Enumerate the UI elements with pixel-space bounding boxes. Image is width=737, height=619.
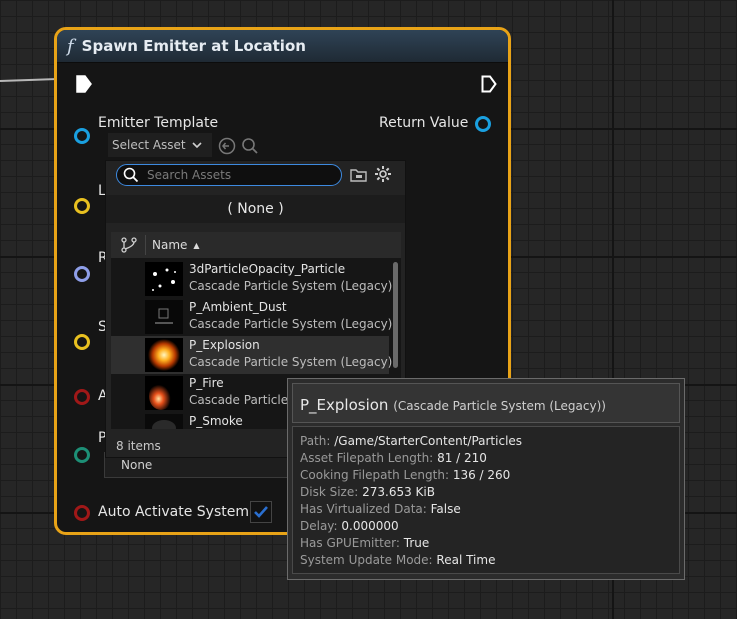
list-header: Name ▲ xyxy=(111,232,401,258)
tooltip-header: P_Explosion (Cascade Particle System (Le… xyxy=(292,383,680,423)
asset-name: P_Fire xyxy=(189,376,224,390)
tooltip-row: System Update Mode: Real Time xyxy=(300,553,495,567)
tooltip-row: Path: /Game/StarterContent/Particles xyxy=(300,434,522,448)
tooltip-body: Path: /Game/StarterContent/Particles Ass… xyxy=(292,426,680,574)
exec-wire[interactable] xyxy=(0,77,62,82)
location-pin[interactable] xyxy=(74,198,90,214)
select-asset-label: Select Asset xyxy=(112,138,186,152)
exec-input-pin[interactable] xyxy=(76,75,92,93)
tooltip-row: Asset Filepath Length: 81 / 210 xyxy=(300,451,487,465)
tooltip-value: 0.000000 xyxy=(341,519,399,533)
search-placeholder: Search Assets xyxy=(147,168,232,182)
use-selected-icon[interactable] xyxy=(218,137,236,155)
node-title: Spawn Emitter at Location xyxy=(81,37,306,55)
rotation-pin[interactable] xyxy=(74,266,90,282)
asset-type: Cascade Particle xyxy=(189,393,289,407)
asset-name: 3dParticleOpacity_Particle xyxy=(189,262,346,276)
tooltip-value: 273.653 KiB xyxy=(362,485,435,499)
asset-type: Cascade Particle System (Legacy) xyxy=(189,279,393,293)
tooltip-row: Has GPUEmitter: True xyxy=(300,536,429,550)
emitter-template-label: Emitter Template xyxy=(98,115,219,131)
folder-filter-icon[interactable] xyxy=(350,167,368,183)
asset-name: P_Smoke xyxy=(189,414,243,428)
asset-name: P_Explosion xyxy=(189,338,260,352)
browse-search-icon[interactable] xyxy=(241,137,259,155)
asset-thumbnail xyxy=(145,376,183,410)
tooltip-key: Cooking Filepath Length: xyxy=(300,468,449,482)
tooltip-asset-name: P_Explosion xyxy=(300,396,389,414)
name-column-header[interactable]: Name xyxy=(152,238,187,252)
function-icon: f xyxy=(67,35,74,57)
auto-activate-label: Auto Activate System xyxy=(98,504,249,520)
sort-ascending-icon: ▲ xyxy=(193,240,200,250)
auto-activate-pin[interactable] xyxy=(74,505,90,521)
chevron-down-icon xyxy=(192,142,202,149)
asset-thumbnail xyxy=(145,414,183,429)
search-icon xyxy=(123,167,139,183)
tooltip-value: False xyxy=(430,502,461,516)
auto-activate-checkbox[interactable] xyxy=(250,501,272,523)
tooltip-value: 81 / 210 xyxy=(437,451,487,465)
tooltip-row: Disk Size: 273.653 KiB xyxy=(300,485,435,499)
asset-tooltip: P_Explosion (Cascade Particle System (Le… xyxy=(287,378,685,580)
tooltip-key: System Update Mode: xyxy=(300,553,433,567)
tooltip-key: Has Virtualized Data: xyxy=(300,502,427,516)
return-value-pin[interactable] xyxy=(475,116,491,132)
emitter-template-pin[interactable] xyxy=(74,128,90,144)
pooling-pin[interactable] xyxy=(74,447,90,463)
tooltip-key: Disk Size: xyxy=(300,485,359,499)
checkmark-icon xyxy=(254,506,268,518)
asset-thumbnail xyxy=(145,338,183,372)
items-count: 8 items xyxy=(116,439,161,453)
node-header[interactable]: f Spawn Emitter at Location xyxy=(57,30,508,63)
asset-thumbnail xyxy=(145,262,183,296)
tooltip-row: Delay: 0.000000 xyxy=(300,519,399,533)
select-asset-dropdown[interactable]: Select Asset xyxy=(108,133,212,157)
asset-name: P_Ambient_Dust xyxy=(189,300,287,314)
auto-destroy-pin[interactable] xyxy=(74,389,90,405)
tooltip-value: Real Time xyxy=(436,553,496,567)
list-item[interactable]: P_Ambient_Dust Cascade Particle System (… xyxy=(111,298,393,336)
tooltip-asset-class: (Cascade Particle System (Legacy)) xyxy=(393,399,606,413)
exec-output-pin[interactable] xyxy=(481,75,497,93)
none-option[interactable]: ( None ) xyxy=(106,195,405,223)
scale-pin[interactable] xyxy=(74,334,90,350)
tooltip-row: Has Virtualized Data: False xyxy=(300,502,461,516)
search-input[interactable]: Search Assets xyxy=(116,164,342,186)
tooltip-key: Path: xyxy=(300,434,331,448)
tooltip-key: Delay: xyxy=(300,519,338,533)
asset-thumbnail xyxy=(145,300,183,334)
tooltip-value: /Game/StarterContent/Particles xyxy=(334,434,523,448)
tooltip-value: 136 / 260 xyxy=(452,468,511,482)
tooltip-key: Asset Filepath Length: xyxy=(300,451,434,465)
asset-type: Cascade Particle System (Legacy) xyxy=(189,317,393,331)
pooling-value: None xyxy=(121,458,153,472)
settings-gear-icon[interactable] xyxy=(374,165,392,183)
tooltip-key: Has GPUEmitter: xyxy=(300,536,400,550)
tooltip-value: True xyxy=(403,536,430,550)
tooltip-title: P_Explosion (Cascade Particle System (Le… xyxy=(300,396,606,414)
list-item[interactable]: 3dParticleOpacity_Particle Cascade Parti… xyxy=(111,260,393,298)
return-value-label: Return Value xyxy=(379,115,469,131)
list-item-hovered[interactable]: P_Explosion Cascade Particle System (Leg… xyxy=(111,336,393,374)
list-scrollbar[interactable] xyxy=(393,262,398,368)
source-control-icon[interactable] xyxy=(120,236,140,254)
asset-type: Cascade Particle System (Legacy) xyxy=(189,355,393,369)
tooltip-row: Cooking Filepath Length: 136 / 260 xyxy=(300,468,510,482)
